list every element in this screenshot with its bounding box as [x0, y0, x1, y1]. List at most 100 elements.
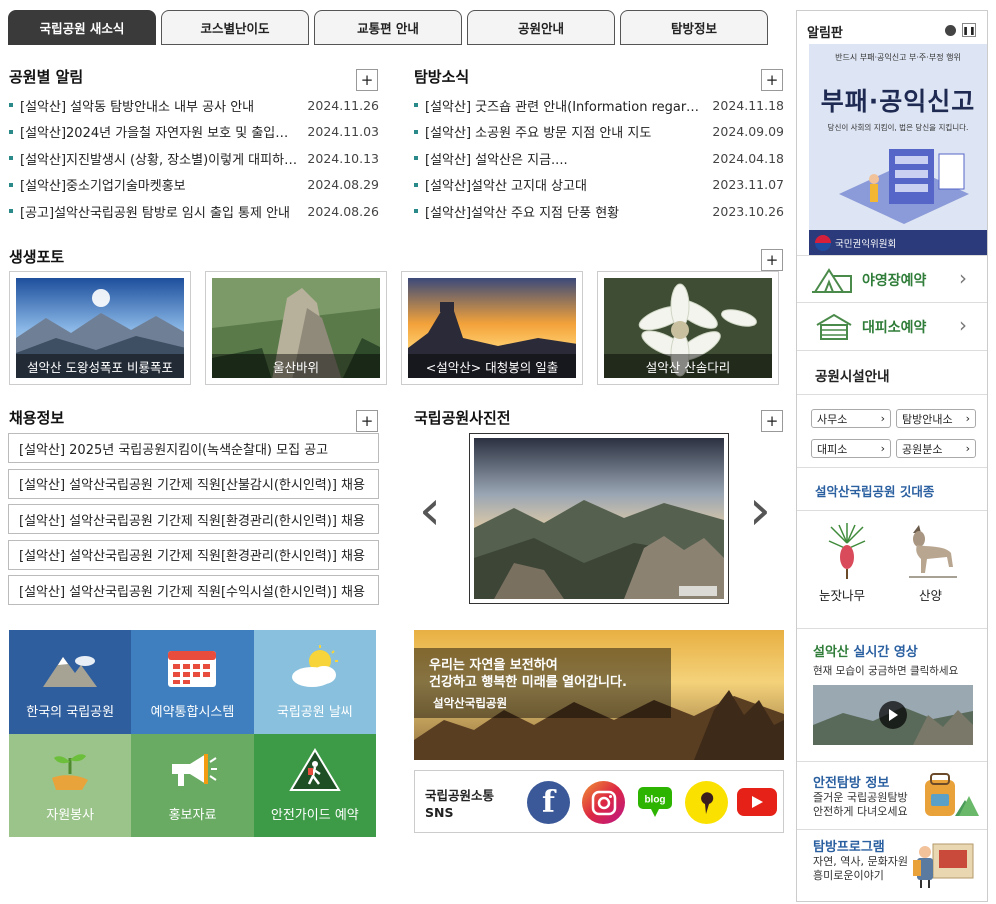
list-item[interactable]: [설악산]중소기업기술마켓홍보 2024.08.29: [9, 172, 379, 199]
program-title: 탐방프로그램: [813, 840, 885, 855]
tambang-more-button[interactable]: +: [761, 69, 783, 91]
facility-header: 공원시설안내: [797, 351, 987, 395]
live-thumbnail[interactable]: [813, 685, 973, 745]
jobs-more-button[interactable]: +: [356, 410, 378, 432]
blog-icon[interactable]: blog: [637, 785, 673, 819]
sidebar: 알림판 ❚❚ 반드시 부패·공익신고 부·주·부정 행위 부패·공익신고 당신이…: [796, 10, 988, 902]
list-item[interactable]: [설악산] 설악동 탐방안내소 내부 공사 안내 2024.11.26: [9, 92, 379, 119]
board-ad[interactable]: 반드시 부패·공익신고 부·주·부정 행위 부패·공익신고 당신이 사회의 지킴…: [809, 44, 987, 256]
play-icon[interactable]: [879, 701, 907, 729]
list-item[interactable]: [설악산] 설악산국립공원 기간제 직원[환경관리(한시인력)] 채용: [8, 504, 379, 534]
shelter-reservation[interactable]: 대피소예약 ›: [797, 303, 987, 351]
photo-card[interactable]: 설악산 도왕성폭포 비룡폭포: [9, 271, 191, 385]
shelter-label: 대피소예약: [862, 320, 927, 336]
list-item[interactable]: [설악산]설악산 고지대 상고대 2023.11.07: [414, 172, 784, 199]
top-tabs: 국립공원 새소식 코스별난이도 교통편 안내 공원안내 탐방정보: [8, 10, 768, 45]
ad-illustration: [839, 149, 969, 224]
photo-title: 생생포토: [9, 248, 65, 266]
ad-desc: 당신이 사회의 지킴이, 법은 당신을 지킵니다.: [827, 123, 969, 132]
safety-title: 안전탐방 정보: [813, 776, 890, 791]
flag-item-label: 산양: [919, 588, 943, 603]
photo-card[interactable]: 설악산 산솜다리: [597, 271, 779, 385]
tab-difficulty[interactable]: 코스별난이도: [161, 10, 309, 45]
tile-safety-guide[interactable]: 안전가이드 예약: [253, 733, 376, 837]
sns-label-line1: 국립공원소통: [425, 788, 495, 803]
facebook-icon[interactable]: f: [527, 781, 570, 824]
tile-reservation[interactable]: 예약통합시스템: [131, 630, 254, 734]
sns-label: 국립공원소통 SNS: [425, 787, 494, 821]
tile-label: 자원봉사: [46, 808, 95, 823]
tab-news[interactable]: 국립공원 새소식: [8, 10, 156, 45]
flag-title: 설악산국립공원 깃대종: [815, 484, 935, 499]
list-item[interactable]: [설악산]지진발생시 (상황, 장소별)이렇게 대피하세요 2024.10.13: [9, 145, 379, 172]
list-item[interactable]: [설악산] 굿즈숍 관련 안내(Information regarding go…: [414, 92, 784, 119]
ad-footer: 국민권익위원회: [809, 230, 987, 256]
list-item[interactable]: [설악산] 2025년 국립공원지킴이(녹색순찰대) 모집 공고: [8, 433, 379, 463]
tile-korea-parks[interactable]: 한국의 국립공원: [9, 630, 132, 734]
tab-park-info[interactable]: 공원안내: [467, 10, 615, 45]
tile-weather[interactable]: 국립공원 날씨: [253, 630, 376, 734]
facility-links: 사무소 › 탐방안내소 › 대피소 › 공원분소 ›: [797, 395, 987, 468]
weather-icon: [291, 644, 338, 687]
photo-caption: 울산바위: [212, 354, 380, 378]
jobs-title: 채용정보: [9, 409, 65, 427]
tambang-list: [설악산] 굿즈숍 관련 안내(Information regarding go…: [414, 92, 784, 225]
notice-more-button[interactable]: +: [356, 69, 378, 91]
notice-title: 공원별 알림: [9, 68, 84, 86]
notice-list: [설악산] 설악동 탐방안내소 내부 공사 안내 2024.11.26 [설악산]…: [9, 92, 379, 225]
svg-text:blog: blog: [644, 795, 665, 806]
photo-image: 울산바위: [212, 278, 380, 378]
taegeuk-icon: [815, 235, 831, 251]
list-item[interactable]: [설악산]설악산 주요 지점 단풍 현황 2023.10.26: [414, 198, 784, 225]
ad-headline: 부패·공익신고: [820, 87, 976, 116]
photo-card[interactable]: <설악산> 대청봉의 일출: [401, 271, 583, 385]
calendar-icon: [168, 650, 217, 687]
list-item[interactable]: [공고]설악산국립공원 탐방로 임시 출입 통제 안내 2024.08.26: [9, 198, 379, 225]
live-video[interactable]: 설악산 실시간 영상 현재 모습이 궁금하면 클릭하세요: [797, 629, 987, 762]
tile-volunteer[interactable]: 자원봉사: [9, 733, 132, 837]
facility-visitor-center-button[interactable]: 탐방안내소 ›: [896, 409, 976, 428]
photo-more-button[interactable]: +: [761, 249, 783, 271]
list-item[interactable]: [설악산] 설악산국립공원 기간제 직원[환경관리(한시인력)] 채용: [8, 539, 379, 570]
shelter-icon: [816, 313, 852, 340]
safety-desc: 즐거운 국립공원탐방 안전하게 다녀오세요: [813, 791, 908, 818]
safety-info[interactable]: 안전탐방 정보 즐거운 국립공원탐방 안전하게 다녀오세요: [797, 762, 987, 830]
chevron-right-icon: ›: [959, 313, 967, 337]
banner-sub: 설악산국립공원: [433, 696, 508, 710]
slide-dot-icon[interactable]: [945, 25, 956, 36]
tile-label: 예약통합시스템: [150, 704, 235, 720]
photo-caption: 설악산 도왕성폭포 비룡폭포: [16, 354, 184, 378]
kakao-icon[interactable]: [685, 781, 728, 824]
camp-label: 야영장예약: [862, 273, 927, 289]
tab-traffic[interactable]: 교통편 안내: [314, 10, 462, 45]
facility-office-button[interactable]: 사무소 ›: [811, 409, 891, 428]
goat-icon[interactable]: [905, 523, 959, 581]
sns-box: 국립공원소통 SNS f blog: [414, 770, 784, 833]
list-item[interactable]: [설악산] 설악산국립공원 기간제 직원[수익시설(한시인력)] 채용: [8, 575, 379, 605]
mountain-icon: [43, 655, 98, 687]
tab-visit-info[interactable]: 탐방정보: [620, 10, 768, 45]
contest-prev-button[interactable]: ‹: [414, 483, 446, 542]
contest-next-button[interactable]: ›: [744, 483, 776, 542]
tile-promo[interactable]: 홍보자료: [131, 733, 254, 837]
contest-photo[interactable]: [469, 433, 729, 604]
pause-icon[interactable]: ❚❚: [962, 23, 976, 37]
list-item[interactable]: [설악산]2024년 가을철 자연자원 보호 및 출입금지 2024.11.03: [9, 119, 379, 146]
youtube-icon[interactable]: [737, 788, 777, 816]
list-item[interactable]: [설악산] 소공원 주요 방문 지점 안내 지도 2024.09.09: [414, 119, 784, 146]
tent-icon: [812, 268, 852, 293]
facility-branch-button[interactable]: 공원분소 ›: [896, 439, 976, 458]
banner-line1: 우리는 자연을 보전하여: [429, 658, 558, 673]
list-item[interactable]: [설악산] 설악산은 지금.... 2024.04.18: [414, 145, 784, 172]
camp-reservation[interactable]: 야영장예약 ›: [797, 255, 987, 303]
list-item[interactable]: [설악산] 설악산국립공원 기간제 직원[산불감시(한시인력)] 채용: [8, 468, 379, 499]
visit-program[interactable]: 탐방프로그램 자연, 역사, 문화자원 흥미로운이야기: [797, 830, 987, 901]
facility-shelter-button[interactable]: 대피소 ›: [811, 439, 891, 458]
contest-more-button[interactable]: +: [761, 410, 783, 432]
photo-card[interactable]: 울산바위: [205, 271, 387, 385]
park-banner[interactable]: 우리는 자연을 보전하여 건강하고 행복한 미래를 열어갑니다. 설악산국립공원: [414, 630, 784, 760]
instagram-icon[interactable]: [582, 781, 625, 824]
pine-icon[interactable]: [825, 523, 869, 581]
tile-label: 안전가이드 예약: [270, 808, 359, 823]
backpack-icon: [925, 773, 979, 816]
